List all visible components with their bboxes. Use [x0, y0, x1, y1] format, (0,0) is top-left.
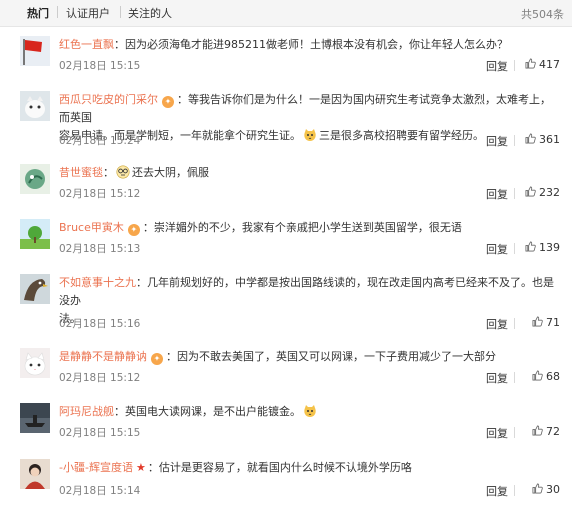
vip-badge-icon: ✦: [127, 224, 140, 236]
comment-total-count: 共504条: [521, 8, 564, 21]
thumbs-up-icon: [532, 425, 543, 436]
comment-date: 02月18日 15:24: [59, 135, 141, 147]
comment-date: 02月18日 15:15: [59, 60, 141, 72]
comment-text-block: 昔世蜜毯： 还去大阴，佩服: [59, 164, 559, 182]
comment-text-block: -小疆-辉宣度语 ★ ：估计是更容易了，就看国内什么时候不认境外学历咯: [59, 459, 559, 477]
thumbs-up-icon: [525, 186, 536, 197]
comment-username[interactable]: 是静静不是静静讷: [59, 350, 147, 363]
tab-verified-users[interactable]: 认证用户: [66, 5, 110, 21]
comment-username[interactable]: Bruce甲寅木: [59, 221, 124, 234]
like-count: 30: [546, 483, 560, 496]
comment-username[interactable]: 阿玛尼战舰: [59, 405, 114, 418]
action-divider: [514, 188, 515, 199]
comment-username[interactable]: 红色一直飘: [59, 38, 114, 51]
comment-date: 02月18日 15:12: [59, 372, 141, 384]
glasses-face-emoji-icon: [116, 165, 130, 179]
user-avatar[interactable]: [20, 36, 50, 66]
thumbs-up-icon: [532, 370, 543, 381]
comment-text-block: Bruce甲寅木 ✦ ：崇洋媚外的不少，我家有个亲戚把小学生送到英国留学，很无语: [59, 219, 559, 237]
comment-body: ：因为不敢去美国了，英国又可以网课，一下子费用减少了一大部分: [166, 350, 496, 363]
vip-badge-icon: ✦: [162, 96, 174, 108]
comment-body: ：英国电大读网课，是不出户能镀金。: [114, 405, 301, 418]
thumbs-up-icon: [525, 133, 536, 144]
comment-actions: 回复 232: [450, 186, 560, 202]
user-avatar[interactable]: [20, 274, 50, 304]
comment-body: ：: [103, 166, 114, 179]
like-count: 361: [539, 133, 560, 146]
action-divider: [514, 60, 515, 71]
tab-following[interactable]: 关注的人: [128, 5, 172, 21]
action-divider: [514, 427, 515, 438]
like-button[interactable]: 71: [532, 316, 560, 329]
comment-actions: 回复 68: [450, 370, 560, 386]
user-avatar[interactable]: [20, 348, 50, 378]
comment-date: 02月18日 15:14: [59, 485, 141, 497]
vip-badge-icon: ✦: [151, 353, 163, 365]
comment-text-block: 是静静不是静静讷 ✦ ：因为不敢去美国了，英国又可以网课，一下子费用减少了一大部分: [59, 348, 559, 366]
cat-face-emoji-icon: [303, 404, 317, 418]
thumbs-up-icon: [525, 58, 536, 69]
comment-date: 02月18日 15:15: [59, 427, 141, 439]
reply-button[interactable]: 回复: [486, 425, 508, 441]
like-count: 232: [539, 186, 560, 199]
comment-actions: 回复 417: [450, 58, 560, 74]
tab-hot[interactable]: 热门: [27, 5, 49, 21]
thumbs-up-icon: [532, 483, 543, 494]
reply-button[interactable]: 回复: [486, 186, 508, 202]
thumbs-up-icon: [532, 316, 543, 327]
comment-body: ：估计是更容易了，就看国内什么时候不认境外学历咯: [147, 461, 412, 474]
comment-body: 还去大阴，佩服: [132, 166, 209, 179]
like-button[interactable]: 361: [525, 133, 560, 146]
comment-body: ：因为必须海龟才能进985211做老师！土博根本没有机会，你让年轻人怎么办？: [114, 38, 508, 51]
comment-actions: 回复 30: [450, 483, 560, 499]
comment-date: 02月18日 15:13: [59, 243, 141, 255]
thumbs-up-icon: [525, 241, 536, 252]
tab-divider: [120, 6, 121, 18]
comment-username[interactable]: 不如意事十之九: [59, 276, 136, 289]
comment-actions: 回复 71: [450, 316, 560, 332]
like-count: 139: [539, 241, 560, 254]
reply-button[interactable]: 回复: [486, 241, 508, 257]
like-button[interactable]: 72: [532, 425, 560, 438]
action-divider: [514, 318, 515, 329]
comment-date: 02月18日 15:16: [59, 318, 141, 330]
reply-button[interactable]: 回复: [486, 58, 508, 74]
comment-actions: 回复 361: [450, 133, 560, 149]
like-button[interactable]: 68: [532, 370, 560, 383]
comment-text-block: 红色一直飘：因为必须海龟才能进985211做老师！土博根本没有机会，你让年轻人怎…: [59, 36, 559, 54]
like-count: 417: [539, 58, 560, 71]
comment-username[interactable]: -小疆-辉宣度语: [59, 461, 133, 474]
star-badge-icon: ★: [135, 461, 146, 474]
user-avatar[interactable]: [20, 164, 50, 194]
comment-username[interactable]: 昔世蜜毯: [59, 166, 103, 179]
like-count: 71: [546, 316, 560, 329]
user-avatar[interactable]: [20, 91, 50, 121]
user-avatar[interactable]: [20, 403, 50, 433]
tab-divider: [57, 6, 58, 18]
action-divider: [514, 372, 515, 383]
comment-date: 02月18日 15:12: [59, 188, 141, 200]
comment-username[interactable]: 西瓜只吃皮的门采尔: [59, 93, 158, 106]
cat-face-emoji-icon: [303, 128, 317, 142]
comment-actions: 回复 139: [450, 241, 560, 257]
comment-body: ：崇洋媚外的不少，我家有个亲戚把小学生送到英国留学，很无语: [142, 221, 462, 234]
like-button[interactable]: 30: [532, 483, 560, 496]
reply-button[interactable]: 回复: [486, 370, 508, 386]
action-divider: [514, 243, 515, 254]
user-avatar[interactable]: [20, 459, 50, 489]
comment-text-block: 阿玛尼战舰：英国电大读网课，是不出户能镀金。: [59, 403, 559, 421]
reply-button[interactable]: 回复: [486, 483, 508, 499]
comment-tabs: 热门 认证用户 关注的人 共504条: [0, 0, 572, 27]
user-avatar[interactable]: [20, 219, 50, 249]
action-divider: [514, 485, 515, 496]
like-count: 72: [546, 425, 560, 438]
like-button[interactable]: 417: [525, 58, 560, 71]
reply-button[interactable]: 回复: [486, 133, 508, 149]
reply-button[interactable]: 回复: [486, 316, 508, 332]
like-button[interactable]: 139: [525, 241, 560, 254]
comment-actions: 回复 72: [450, 425, 560, 441]
like-button[interactable]: 232: [525, 186, 560, 199]
action-divider: [514, 135, 515, 146]
like-count: 68: [546, 370, 560, 383]
